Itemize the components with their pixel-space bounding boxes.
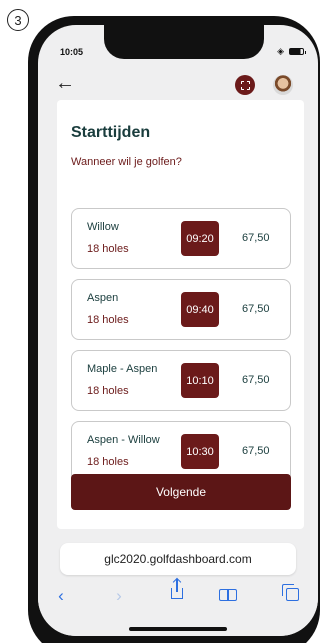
wifi-icon: ◈	[277, 46, 284, 56]
price-label: 67,50	[242, 232, 270, 244]
status-bar-time: 10:05	[60, 47, 84, 57]
price-label: 67,50	[242, 374, 270, 386]
qr-scan-icon[interactable]	[235, 75, 255, 95]
step-number-badge: 3	[7, 9, 29, 31]
browser-nav-row: ‹ ›	[38, 579, 318, 609]
holes-label: 18 holes	[87, 314, 129, 326]
tee-time-button[interactable]: 09:20	[181, 221, 219, 256]
holes-label: 18 holes	[87, 243, 129, 255]
share-icon[interactable]	[171, 579, 183, 599]
browser-forward-icon[interactable]: ›	[108, 583, 130, 609]
status-bar-icons: ◈	[277, 46, 306, 57]
price-label: 67,50	[242, 445, 270, 457]
tee-time-option[interactable]: Willow 18 holes 09:20 67,50	[71, 208, 291, 269]
next-button[interactable]: Volgende	[71, 474, 291, 510]
battery-icon	[289, 48, 306, 55]
course-name: Willow	[87, 221, 119, 233]
tee-time-button[interactable]: 09:40	[181, 292, 219, 327]
tee-time-option[interactable]: Maple - Aspen 18 holes 10:10 67,50	[71, 350, 291, 411]
holes-label: 18 holes	[87, 385, 129, 397]
holes-label: 18 holes	[87, 456, 129, 468]
bookmarks-icon[interactable]	[219, 589, 237, 601]
tee-time-button[interactable]: 10:10	[181, 363, 219, 398]
tee-time-option[interactable]: Aspen 18 holes 09:40 67,50	[71, 279, 291, 340]
address-bar[interactable]: glc2020.golfdashboard.com	[60, 543, 296, 575]
page-subtitle: Wanneer wil je golfen?	[71, 156, 182, 168]
tee-time-option[interactable]: Aspen - Willow 18 holes 10:30 67,50	[71, 421, 291, 482]
tee-time-button[interactable]: 10:30	[181, 434, 219, 469]
price-label: 67,50	[242, 303, 270, 315]
course-name: Aspen - Willow	[87, 434, 160, 446]
page-title: Starttijden	[71, 124, 151, 141]
course-name: Maple - Aspen	[87, 363, 158, 375]
phone-screen: 10:05 ◈ ← Starttijden Wanneer wil je gol…	[38, 25, 318, 636]
browser-back-icon[interactable]: ‹	[50, 583, 72, 609]
tabs-icon[interactable]	[282, 584, 299, 601]
browser-toolbar: glc2020.golfdashboard.com ‹ ›	[38, 539, 318, 636]
phone-notch	[104, 25, 264, 59]
home-indicator[interactable]	[129, 627, 227, 631]
avatar[interactable]	[273, 75, 293, 95]
back-arrow-icon[interactable]: ←	[55, 73, 75, 93]
course-name: Aspen	[87, 292, 119, 304]
tee-times-card: Starttijden Wanneer wil je golfen? Willo…	[57, 100, 304, 529]
